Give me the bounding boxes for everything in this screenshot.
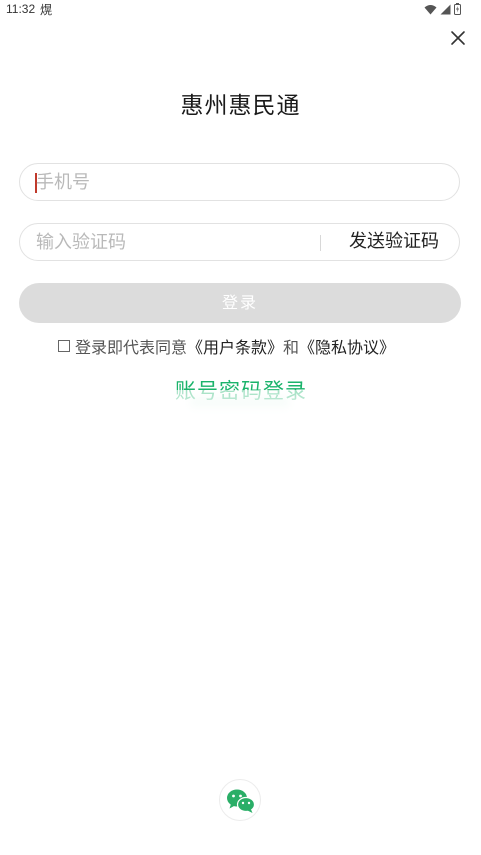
decorative-fade: [170, 390, 312, 426]
battery-icon: [454, 3, 461, 15]
wechat-icon: [227, 789, 256, 813]
privacy-link[interactable]: 《隐私协议》: [299, 334, 395, 358]
terms-link[interactable]: 《用户条款》: [187, 334, 283, 358]
agreement-prefix: 登录即代表同意: [75, 338, 188, 357]
status-bar: 11:32 熀: [0, 0, 481, 22]
close-icon: [451, 31, 465, 45]
signal-icon: [440, 4, 451, 14]
status-icons: [424, 3, 461, 15]
password-login-link[interactable]: 账号密码登录: [170, 376, 312, 426]
field-divider: [320, 235, 321, 251]
phone-field-container: [19, 163, 460, 201]
agreement-row: 登录即代表同意 《用户条款》 和 《隐私协议》: [58, 335, 395, 357]
agreement-checkbox[interactable]: [58, 340, 70, 352]
send-code-button[interactable]: 发送验证码: [349, 224, 439, 260]
wifi-icon: [424, 4, 437, 14]
verification-code-input[interactable]: [36, 224, 316, 260]
status-time: 11:32: [6, 2, 36, 16]
login-button[interactable]: 登录: [19, 283, 461, 323]
app-title: 惠州惠民通: [180, 93, 301, 119]
phone-input[interactable]: [36, 164, 436, 200]
close-button[interactable]: [448, 28, 468, 48]
status-extra: 熀: [40, 3, 53, 17]
code-field-container: 发送验证码: [19, 223, 460, 261]
wechat-login-button[interactable]: [219, 779, 261, 821]
agreement-conjunction: 和: [283, 338, 300, 357]
